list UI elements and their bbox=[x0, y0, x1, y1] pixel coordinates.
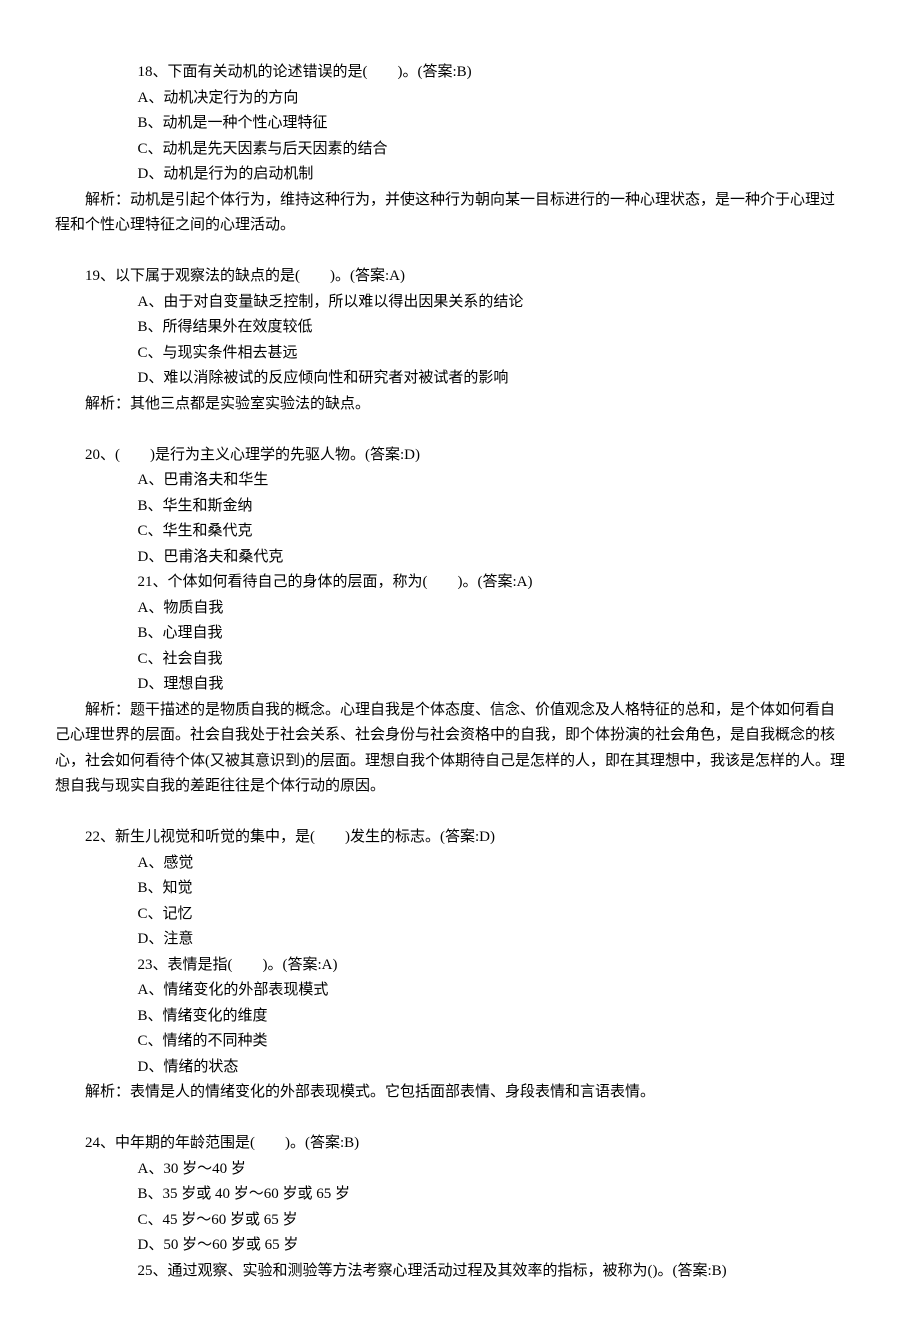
q24-option-b: B、35 岁或 40 岁～60 岁或 65 岁 bbox=[55, 1182, 865, 1208]
q23-option-b: B、情绪变化的维度 bbox=[55, 1004, 865, 1030]
q18-option-a: A、动机决定行为的方向 bbox=[55, 86, 865, 112]
q23-explain: 解析：表情是人的情绪变化的外部表现模式。它包括面部表情、身段表情和言语表情。 bbox=[55, 1080, 865, 1106]
q24-option-c: C、45 岁～60 岁或 65 岁 bbox=[55, 1208, 865, 1234]
q18-explain-l2: 程和个性心理特征之间的心理活动。 bbox=[55, 213, 865, 239]
q20-option-c: C、华生和桑代克 bbox=[55, 519, 865, 545]
q22-option-a: A、感觉 bbox=[55, 851, 865, 877]
q19-stem: 19、以下属于观察法的缺点的是( )。(答案:A) bbox=[55, 264, 865, 290]
q20-option-a: A、巴甫洛夫和华生 bbox=[55, 468, 865, 494]
q21-option-d: D、理想自我 bbox=[55, 672, 865, 698]
q24-option-d: D、50 岁～60 岁或 65 岁 bbox=[55, 1233, 865, 1259]
q21-explain-l4: 想自我与现实自我的差距往往是个体行动的原因。 bbox=[55, 774, 865, 800]
q20-stem: 20、( )是行为主义心理学的先驱人物。(答案:D) bbox=[55, 443, 865, 469]
q23-stem: 23、表情是指( )。(答案:A) bbox=[55, 953, 865, 979]
q22-stem: 22、新生儿视觉和听觉的集中，是( )发生的标志。(答案:D) bbox=[55, 825, 865, 851]
q21-explain-l2: 己心理世界的层面。社会自我处于社会关系、社会身份与社会资格中的自我，即个体扮演的… bbox=[55, 723, 865, 749]
q21-option-c: C、社会自我 bbox=[55, 647, 865, 673]
q22-option-b: B、知觉 bbox=[55, 876, 865, 902]
q22-option-d: D、注意 bbox=[55, 927, 865, 953]
q21-explain-l1: 解析：题干描述的是物质自我的概念。心理自我是个体态度、信念、价值观念及人格特征的… bbox=[55, 698, 865, 724]
q18-option-d: D、动机是行为的启动机制 bbox=[55, 162, 865, 188]
q21-stem: 21、个体如何看待自己的身体的层面，称为( )。(答案:A) bbox=[55, 570, 865, 596]
q19-option-c: C、与现实条件相去甚远 bbox=[55, 341, 865, 367]
q24-option-a: A、30 岁～40 岁 bbox=[55, 1157, 865, 1183]
q22-option-c: C、记忆 bbox=[55, 902, 865, 928]
q19-option-d: D、难以消除被试的反应倾向性和研究者对被试者的影响 bbox=[55, 366, 865, 392]
q18-option-b: B、动机是一种个性心理特征 bbox=[55, 111, 865, 137]
q18-explain-l1: 解析：动机是引起个体行为，维持这种行为，并使这种行为朝向某一目标进行的一种心理状… bbox=[55, 188, 865, 214]
q25-stem: 25、通过观察、实验和测验等方法考察心理活动过程及其效率的指标，被称为()。(答… bbox=[55, 1259, 865, 1285]
q18-stem: 18、下面有关动机的论述错误的是( )。(答案:B) bbox=[55, 60, 865, 86]
q19-explain: 解析：其他三点都是实验室实验法的缺点。 bbox=[55, 392, 865, 418]
q21-option-b: B、心理自我 bbox=[55, 621, 865, 647]
q18-explain: 解析：动机是引起个体行为，维持这种行为，并使这种行为朝向某一目标进行的一种心理状… bbox=[55, 188, 865, 239]
q21-explain: 解析：题干描述的是物质自我的概念。心理自我是个体态度、信念、价值观念及人格特征的… bbox=[55, 698, 865, 800]
q23-option-a: A、情绪变化的外部表现模式 bbox=[55, 978, 865, 1004]
q21-explain-l3: 心，社会如何看待个体(又被其意识到)的层面。理想自我个体期待自己是怎样的人，即在… bbox=[55, 749, 865, 775]
q21-option-a: A、物质自我 bbox=[55, 596, 865, 622]
q19-option-a: A、由于对自变量缺乏控制，所以难以得出因果关系的结论 bbox=[55, 290, 865, 316]
q23-option-d: D、情绪的状态 bbox=[55, 1055, 865, 1081]
q19-option-b: B、所得结果外在效度较低 bbox=[55, 315, 865, 341]
q20-option-d: D、巴甫洛夫和桑代克 bbox=[55, 545, 865, 571]
q20-option-b: B、华生和斯金纳 bbox=[55, 494, 865, 520]
q18-option-c: C、动机是先天因素与后天因素的结合 bbox=[55, 137, 865, 163]
q23-option-c: C、情绪的不同种类 bbox=[55, 1029, 865, 1055]
q24-stem: 24、中年期的年龄范围是( )。(答案:B) bbox=[55, 1131, 865, 1157]
